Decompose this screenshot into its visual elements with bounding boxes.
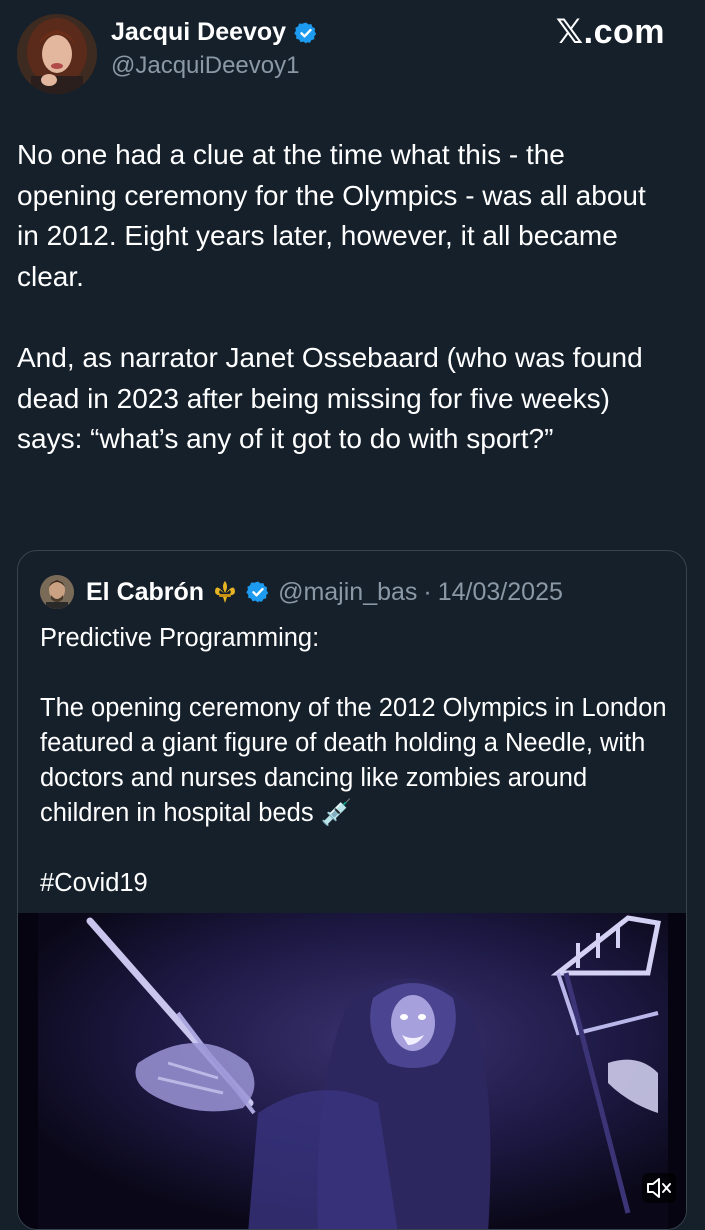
mute-icon[interactable] [642, 1173, 676, 1203]
tweet-paragraph: And, as narrator Janet Ossebaard (who wa… [17, 341, 643, 455]
author-handle[interactable]: @JacquiDeevoy1 [111, 52, 299, 80]
verified-badge-icon [294, 21, 318, 45]
quoted-paragraph: The opening ceremony of the 2012 Olympic… [40, 694, 667, 827]
quoted-author-name[interactable]: El Cabrón [86, 578, 204, 607]
quoted-tweet[interactable]: El Cabrón @majin_bas · 14/03/2025 Predic… [17, 550, 687, 1230]
site-brand: 𝕏.com [555, 13, 665, 51]
quoted-video[interactable] [18, 913, 686, 1229]
quoted-hashtag[interactable]: #Covid19 [40, 866, 670, 901]
quoted-tweet-text: Predictive Programming: The opening cere… [40, 621, 670, 901]
verified-badge-icon [246, 580, 270, 604]
quoted-tweet-date[interactable]: 14/03/2025 [438, 578, 563, 607]
separator-dot: · [423, 577, 432, 606]
author-name[interactable]: Jacqui Deevoy [111, 18, 286, 47]
quoted-author-avatar[interactable] [40, 575, 74, 609]
tweet-text: No one had a clue at the time what this … [17, 135, 667, 460]
author-name-row: Jacqui Deevoy [111, 18, 318, 47]
quoted-tweet-header: El Cabrón @majin_bas · 14/03/2025 [40, 575, 563, 609]
quoted-author-handle[interactable]: @majin_bas [278, 578, 417, 607]
author-avatar[interactable] [17, 14, 97, 94]
tweet-header: Jacqui Deevoy @JacquiDeevoy1 𝕏.com [0, 0, 705, 100]
quoted-paragraph: Predictive Programming: [40, 624, 320, 652]
fleur-de-lis-icon [212, 579, 238, 605]
tweet-paragraph: No one had a clue at the time what this … [17, 139, 646, 292]
video-frame [18, 913, 686, 1229]
